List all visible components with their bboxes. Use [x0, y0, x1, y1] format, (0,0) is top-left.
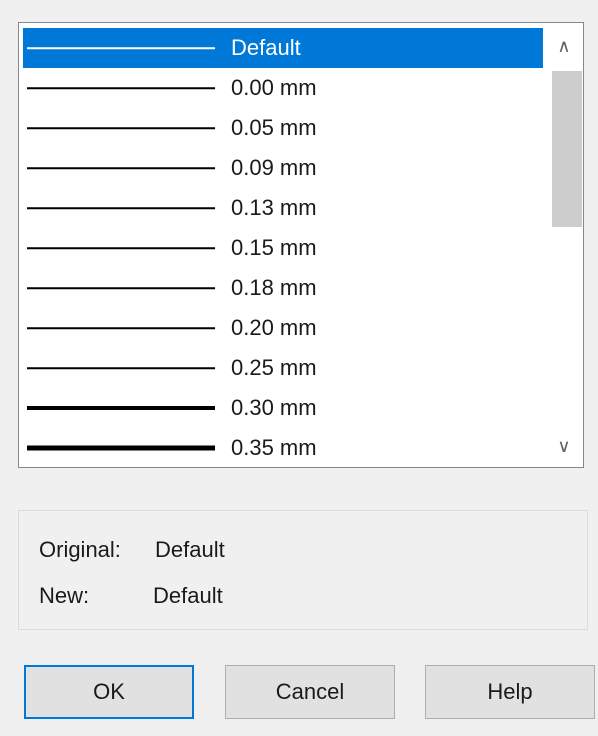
line-sample	[27, 47, 215, 49]
lineweight-option[interactable]: Default	[23, 28, 543, 68]
lineweight-option[interactable]: 0.05 mm	[23, 108, 543, 148]
lineweight-label: 0.05 mm	[231, 115, 317, 140]
lineweight-label: 0.35 mm	[231, 435, 317, 460]
lineweight-option[interactable]: 0.35 mm	[23, 428, 543, 468]
scrollbar-thumb[interactable]	[552, 71, 582, 227]
lineweight-option[interactable]: 0.25 mm	[23, 348, 543, 388]
lineweight-label: 0.09 mm	[231, 155, 317, 180]
line-sample	[27, 367, 215, 369]
lineweight-label: 0.00 mm	[231, 75, 317, 100]
new-value: Default	[153, 583, 223, 608]
line-sample	[27, 127, 215, 129]
lineweight-option[interactable]: 0.20 mm	[23, 308, 543, 348]
original-label: Original:	[39, 537, 121, 562]
lineweight-label: Default	[231, 35, 301, 60]
lineweight-option[interactable]: 0.00 mm	[23, 68, 543, 108]
lineweight-label: 0.15 mm	[231, 235, 317, 260]
vertical-scrollbar[interactable]: ∧ ∨	[548, 29, 582, 463]
line-sample	[27, 406, 215, 410]
lineweight-label: 0.30 mm	[231, 395, 317, 420]
lineweight-info-panel: Original: Default New: Default	[18, 510, 588, 630]
lineweight-list: Default 0.00 mm 0.05 mm 0.09 mm 0.13 mm 0.15 …	[23, 28, 543, 468]
lineweight-listbox[interactable]: Default 0.00 mm 0.05 mm 0.09 mm 0.13 mm 0.15 …	[18, 22, 584, 468]
lineweight-label: 0.20 mm	[231, 315, 317, 340]
lineweight-option[interactable]: 0.13 mm	[23, 188, 543, 228]
help-button[interactable]: Help	[425, 665, 595, 719]
lineweight-label: 0.25 mm	[231, 355, 317, 380]
chevron-down-icon[interactable]: ∨	[548, 429, 580, 463]
lineweight-label: 0.18 mm	[231, 275, 317, 300]
line-sample	[27, 247, 215, 249]
lineweight-option[interactable]: 0.18 mm	[23, 268, 543, 308]
original-value: Default	[155, 537, 225, 562]
chevron-up-icon[interactable]: ∧	[548, 29, 580, 63]
lineweight-option[interactable]: 0.30 mm	[23, 388, 543, 428]
new-label: New:	[39, 583, 90, 608]
lineweight-option[interactable]: 0.15 mm	[23, 228, 543, 268]
line-sample	[27, 287, 215, 289]
lineweight-option[interactable]: 0.09 mm	[23, 148, 543, 188]
line-sample	[27, 167, 215, 169]
ok-button[interactable]: OK	[24, 665, 194, 719]
lineweight-label: 0.13 mm	[231, 195, 317, 220]
line-sample	[27, 207, 215, 209]
line-sample	[27, 87, 215, 89]
line-sample	[27, 445, 215, 451]
cancel-button[interactable]: Cancel	[225, 665, 395, 719]
line-sample	[27, 327, 215, 329]
